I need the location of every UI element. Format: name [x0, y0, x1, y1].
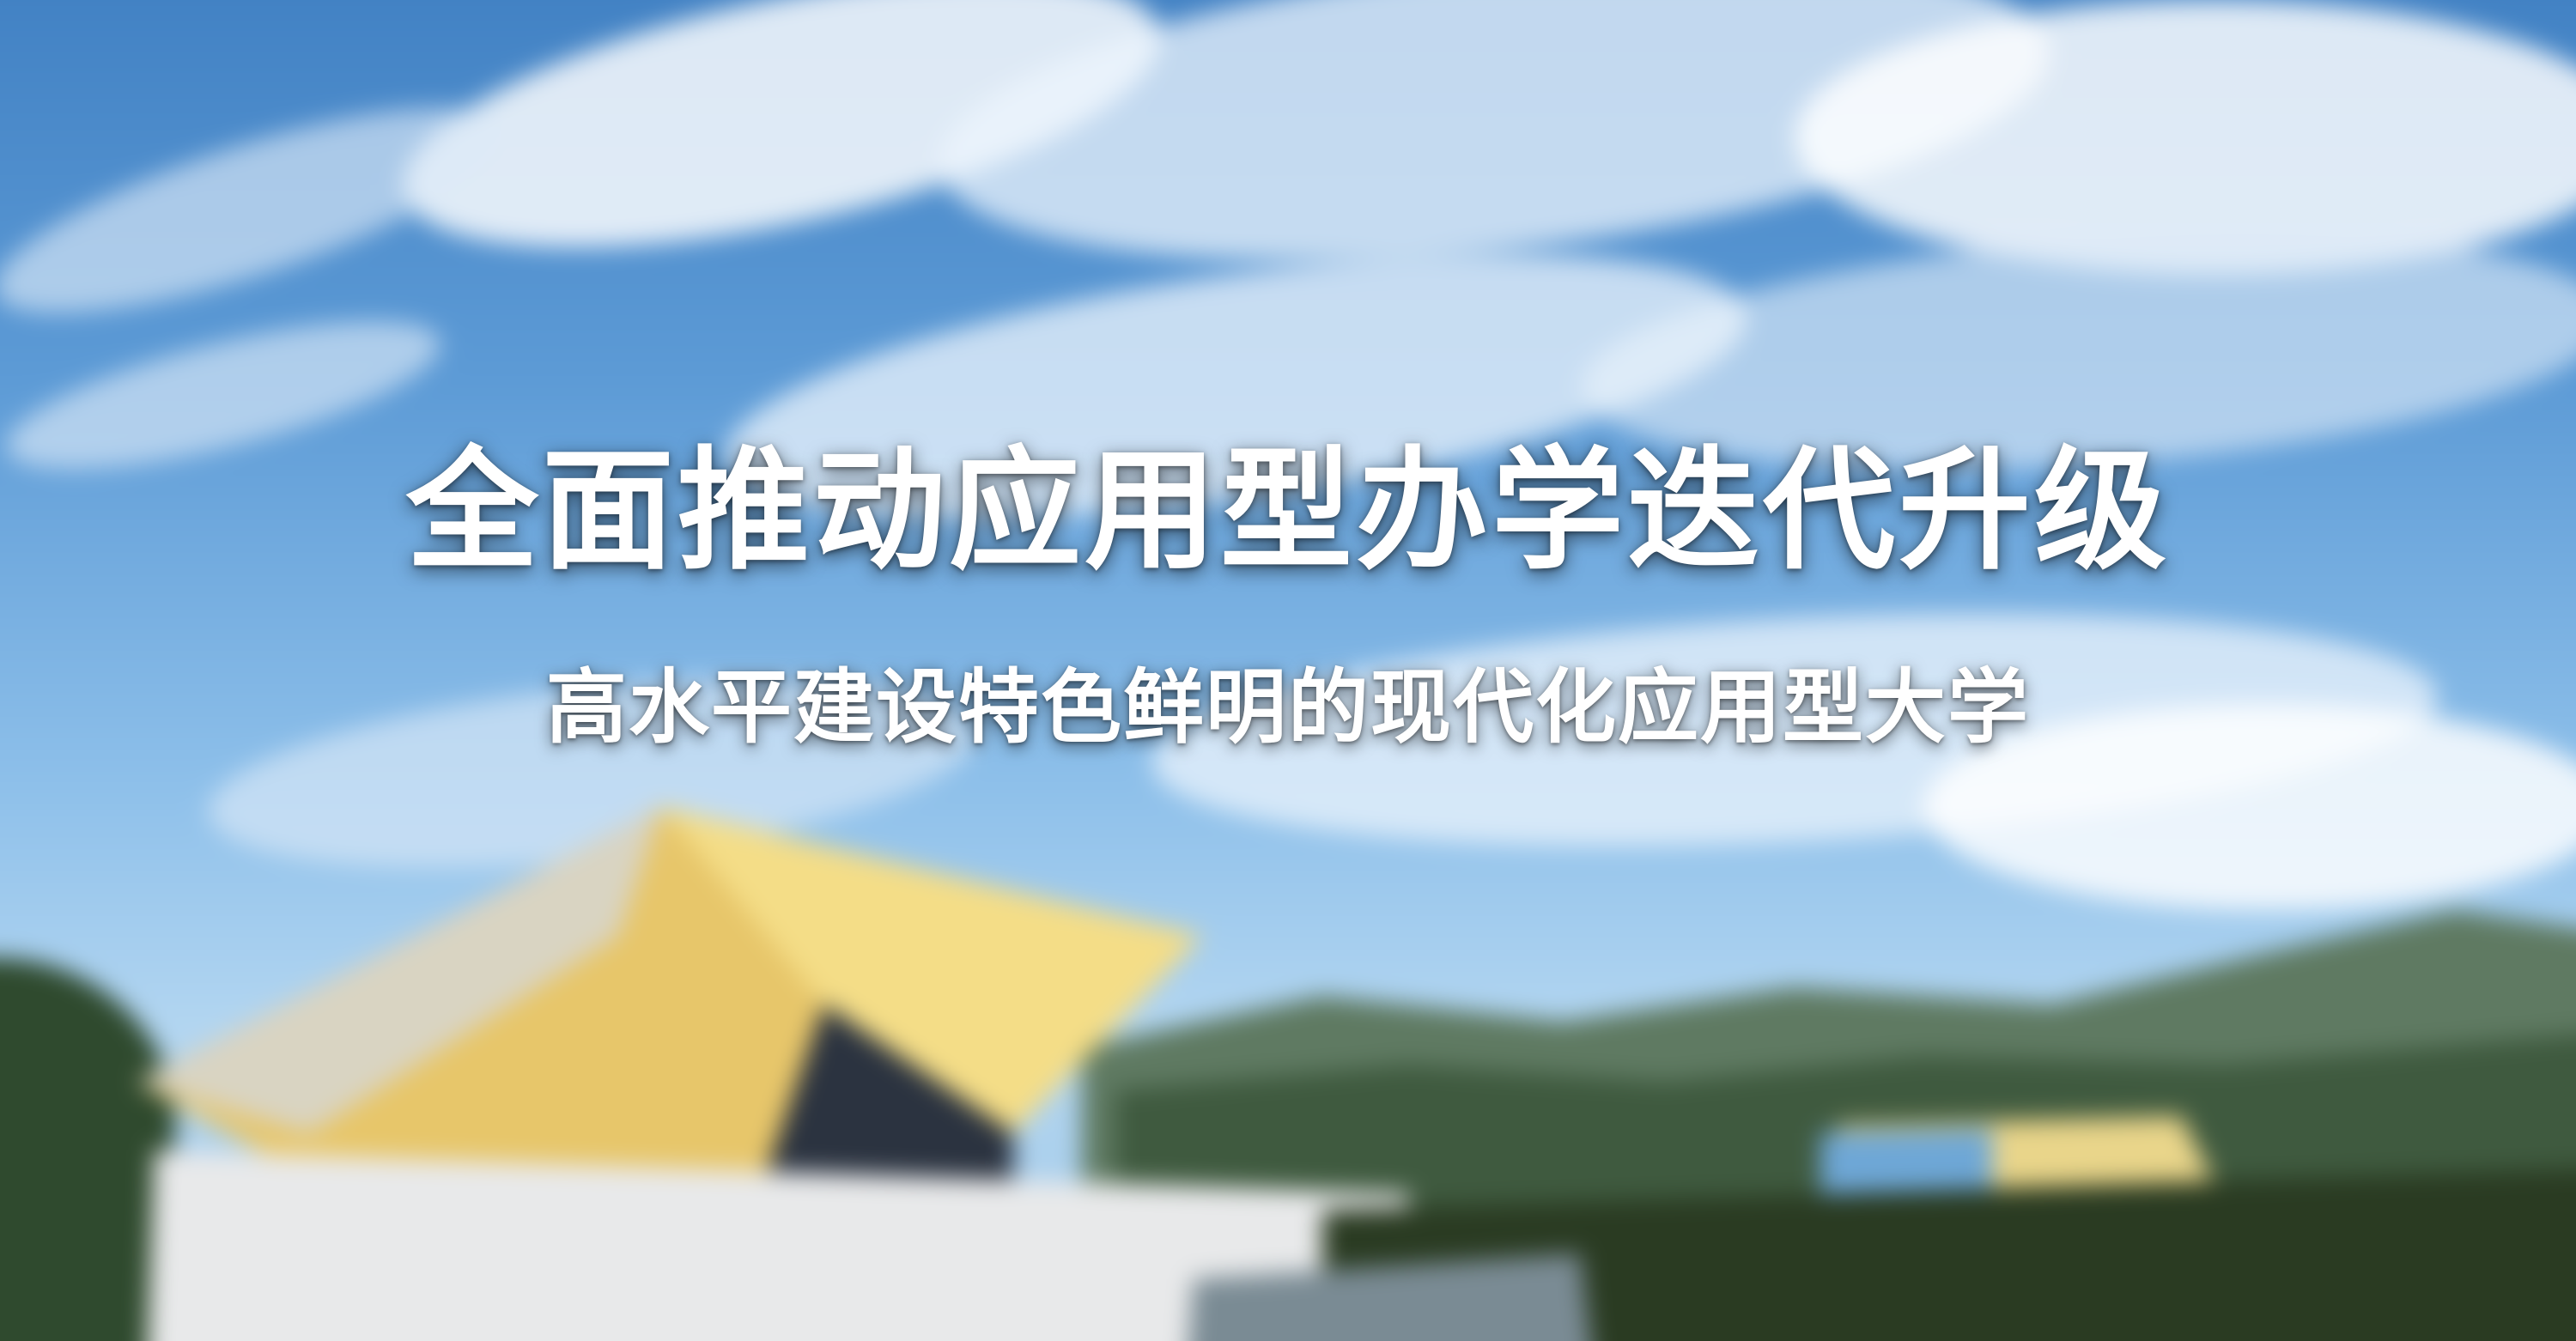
hero-banner: 全面推动应用型办学迭代升级 高水平建设特色鲜明的现代化应用型大学 [0, 0, 2576, 1341]
banner-headline: 全面推动应用型办学迭代升级 [405, 434, 2170, 588]
banner-subheadline: 高水平建设特色鲜明的现代化应用型大学 [545, 661, 2030, 755]
